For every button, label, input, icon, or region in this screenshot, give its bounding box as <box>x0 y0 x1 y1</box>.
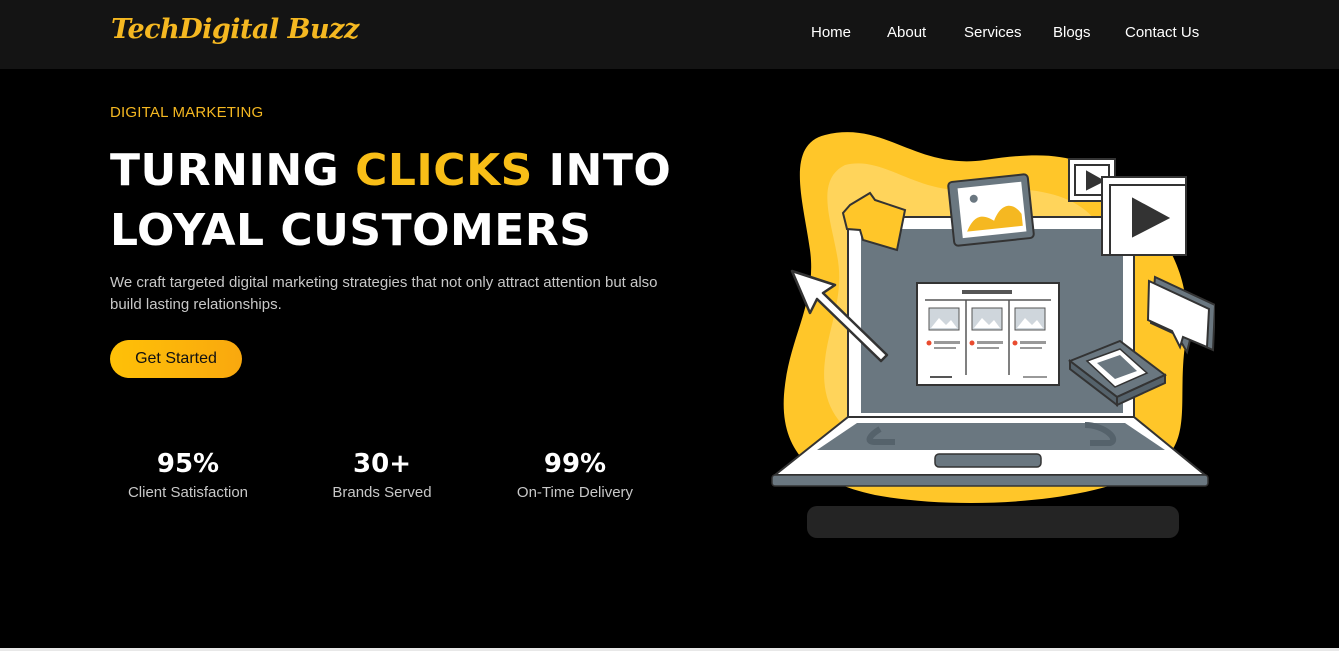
headline-part1: TURNING <box>110 145 356 196</box>
hero-description: We craft targeted digital marketing stra… <box>110 274 658 313</box>
image-icon <box>947 173 1035 247</box>
stat-on-time-delivery: 99% On-Time Delivery <box>485 448 665 501</box>
play-icon <box>1101 176 1187 256</box>
stat-label: On-Time Delivery <box>516 484 634 501</box>
stat-brands-served: 30+ Brands Served <box>292 448 472 501</box>
headline-accent: CLICKS <box>355 145 533 196</box>
hero-eyebrow: DIGITAL MARKETING <box>110 104 264 121</box>
stat-label: Client Satisfaction <box>127 484 249 501</box>
stat-value: 99% <box>543 449 607 479</box>
navbar: TechDigital Buzz Home About Services Blo… <box>0 0 1339 69</box>
stat-value: 95% <box>156 449 220 479</box>
headline-part2: INTO <box>532 145 672 196</box>
stat-label: Brands Served <box>332 484 432 501</box>
laptop-marketing-illustration <box>771 132 1215 503</box>
nav-link-about[interactable]: About <box>887 24 926 41</box>
stat-value: 30+ <box>353 449 411 479</box>
get-started-button[interactable]: Get Started <box>110 340 242 378</box>
hero-headline: TURNING CLICKS INTO LOYAL CUSTOMERS <box>110 141 671 261</box>
headline-line2: LOYAL CUSTOMERS <box>110 205 592 256</box>
nav-link-contact[interactable]: Contact Us <box>1125 24 1199 41</box>
nav-links: Home About Services Blogs Contact Us <box>0 24 1339 48</box>
nav-link-blogs[interactable]: Blogs <box>1053 24 1091 41</box>
stat-client-satisfaction: 95% Client Satisfaction <box>98 448 278 501</box>
nav-link-home[interactable]: Home <box>811 24 851 41</box>
nav-link-services[interactable]: Services <box>964 24 1022 41</box>
illustration-shadow-bar <box>807 506 1179 538</box>
